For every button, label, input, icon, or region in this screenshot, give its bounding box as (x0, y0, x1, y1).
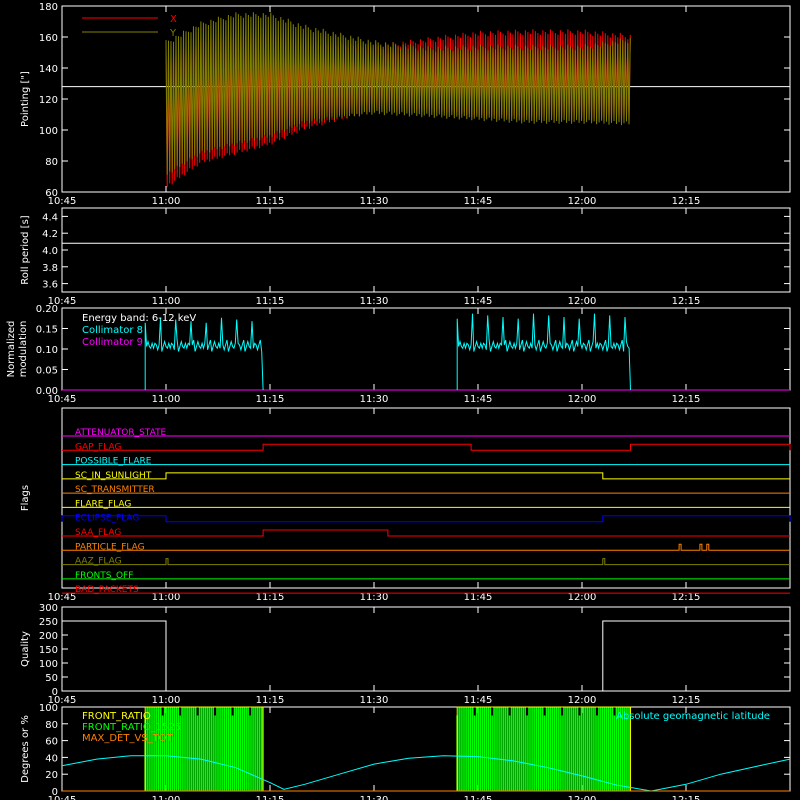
pointing-xtick-label: 11:15 (256, 196, 285, 207)
flags-ylabel: Flags (20, 485, 31, 511)
quality-xtick-label: 12:15 (672, 695, 701, 706)
roll_period-xtick-label: 11:45 (464, 296, 493, 307)
quality-xtick-label: 12:00 (568, 695, 597, 706)
roll_period-frame (61, 207, 791, 293)
pointing-ytick-label: 80 (45, 157, 58, 168)
pointing-xtick-label: 12:00 (568, 196, 597, 207)
flags-xtick-label: 11:30 (360, 592, 389, 603)
quality-ytick-label: 250 (39, 617, 58, 628)
quality-ytick-label: 150 (39, 645, 58, 656)
roll_period-ytick-label: 4.0 (42, 246, 58, 257)
flags-xtick-label: 12:15 (672, 592, 701, 603)
summary-plot: 10:45 11:00 11:15 11:30 11:45 12:00 12:15 60 80 1… (0, 0, 800, 800)
modulation-xtick-label: 11:00 (152, 394, 181, 405)
quality-frame (61, 606, 791, 692)
ratio-legend-label: MAX_DET_VS_TOT (82, 733, 174, 744)
ratio-legend-label: Absolute geomagnetic latitude (616, 711, 770, 722)
flag-trace (62, 558, 790, 566)
pointing-xtick-label: 11:30 (360, 196, 389, 207)
ratios-ytick-label: 80 (45, 720, 58, 731)
modulation-xtick-label: 11:15 (256, 394, 285, 405)
quality-xtick-label: 11:15 (256, 695, 285, 706)
flags-frame (61, 407, 791, 589)
quality-ytick-label: 300 (39, 603, 58, 614)
flag-trace (62, 443, 791, 451)
ratios-xtick-label: 11:00 (152, 795, 181, 800)
flags-xtick-label: 10:45 (48, 592, 77, 603)
pointing-ytick-label: 180 (39, 2, 58, 13)
pointing-ytick-label: 100 (39, 126, 58, 137)
ratios-xtick-label: 12:15 (672, 795, 701, 800)
modulation-xtick-label: 11:30 (360, 394, 389, 405)
pointing-ytick-label: 140 (39, 64, 58, 75)
modulation-ytick-label: 0.05 (36, 366, 58, 377)
pointing-ytick-label: 60 (45, 188, 58, 199)
ratios-xtick-label: 11:30 (360, 795, 389, 800)
pointing-xtick-label: 11:45 (464, 196, 493, 207)
modulation-xtick-label: 11:45 (464, 394, 493, 405)
modulation-xtick-label: 12:00 (568, 394, 597, 405)
quality-ylabel: Quality (20, 631, 31, 667)
modulation-ytick-label: 0.00 (36, 386, 58, 397)
pointing-xtick-label: 11:00 (152, 196, 181, 207)
roll_period-ytick-label: 4.2 (42, 229, 58, 240)
modulation-ylabel-2: modulation (18, 321, 29, 378)
roll_period-xtick-label: 12:00 (568, 296, 597, 307)
modulation-ytick-label: 0.15 (36, 325, 58, 336)
flag-trace (62, 472, 790, 480)
flags-xtick-label: 12:00 (568, 592, 597, 603)
quality-ytick-label: 0 (52, 687, 58, 698)
modulation-collimator8-segment (144, 317, 264, 391)
ratios-ytick-label: 20 (45, 770, 58, 781)
ratios-ytick-label: 40 (45, 753, 58, 764)
quality-line (62, 620, 790, 692)
ratios-ytick-label: 0 (52, 787, 58, 798)
pointing-ytick-label: 160 (39, 33, 58, 44)
quality-ytick-label: 200 (39, 631, 58, 642)
roll_period-xtick-label: 11:30 (360, 296, 389, 307)
ratios-xtick-label: 11:15 (256, 795, 285, 800)
modulation-xtick-label: 12:15 (672, 394, 701, 405)
flag-trace (62, 529, 790, 537)
roll_period-ylabel: Roll period [s] (20, 215, 31, 284)
ratios-ytick-label: 60 (45, 737, 58, 748)
modulation-collimator8-segment (456, 313, 631, 391)
roll_period-xtick-label: 11:15 (256, 296, 285, 307)
flags-xtick-label: 11:45 (464, 592, 493, 603)
roll_period-ytick-label: 3.8 (42, 263, 58, 274)
modulation-legend-label: Collimator 9 (82, 337, 143, 348)
quality-ytick-label: 100 (39, 659, 58, 670)
plot-canvas: 10:45 11:00 11:15 11:30 11:45 12:00 12:15 60 80 1… (6, 2, 791, 800)
roll_period-ytick-label: 3.6 (42, 280, 58, 291)
roll_period-ytick-label: 4.4 (42, 212, 58, 223)
pointing-xtick-label: 12:15 (672, 196, 701, 207)
flag-trace (61, 515, 791, 523)
quality-xtick-label: 11:30 (360, 695, 389, 706)
ratios-xtick-label: 12:00 (568, 795, 597, 800)
ratios-ytick-label: 100 (39, 703, 58, 714)
roll_period-xtick-label: 12:15 (672, 296, 701, 307)
pointing-ylabel: Pointing ["] (20, 71, 31, 127)
flags-xtick-label: 11:00 (152, 592, 181, 603)
pointing-legend-label-x: X (170, 14, 177, 25)
flag-trace (62, 543, 790, 551)
quality-xtick-label: 11:45 (464, 695, 493, 706)
flags-xtick-label: 11:15 (256, 592, 285, 603)
modulation-ytick-label: 0.10 (36, 345, 58, 356)
modulation-ytick-label: 0.20 (36, 304, 58, 315)
ratio-legend-label: FRONT_RATIO_1525 (82, 722, 181, 733)
ratios-xtick-label: 11:45 (464, 795, 493, 800)
pointing-legend-label-y: Y (169, 28, 177, 39)
ratio-legend-label: FRONT_RATIO (82, 711, 151, 722)
roll_period-xtick-label: 11:00 (152, 296, 181, 307)
modulation-ylabel-1: Normalized (6, 321, 17, 378)
ratios-ylabel: Degrees or % (20, 715, 31, 783)
quality-ytick-label: 50 (45, 673, 58, 684)
modulation-legend-title: Energy band: 6-12 keV (82, 313, 196, 324)
quality-xtick-label: 11:00 (152, 695, 181, 706)
pointing-ytick-label: 120 (39, 95, 58, 106)
modulation-legend-label: Collimator 8 (82, 325, 143, 336)
